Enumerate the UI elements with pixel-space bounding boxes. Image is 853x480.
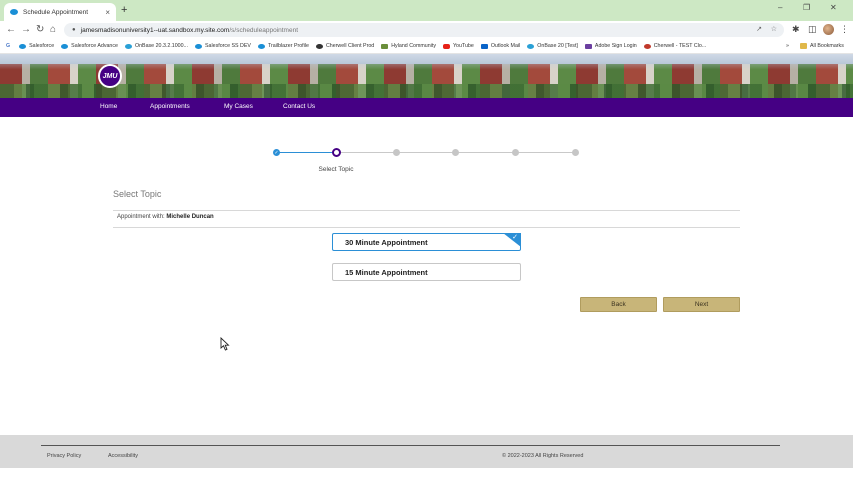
- site-nav: Home Appointments My Cases Contact Us: [0, 98, 853, 117]
- bookmark-item[interactable]: Cherwell Client Prod: [315, 43, 374, 49]
- bookmark-icon: [257, 43, 265, 49]
- folder-icon: [800, 43, 807, 49]
- extensions-icon[interactable]: ✱: [792, 24, 800, 35]
- salesforce-cloud-icon: [10, 9, 18, 15]
- nav-my-cases[interactable]: My Cases: [224, 103, 253, 110]
- step-current: [332, 148, 341, 157]
- bookmark-item[interactable]: Hyland Community: [381, 43, 436, 49]
- close-window-icon[interactable]: ✕: [830, 3, 837, 12]
- progress-track-complete: [277, 152, 334, 153]
- back-arrow-icon[interactable]: ←: [6, 24, 16, 35]
- current-step-label: Select Topic: [318, 166, 354, 173]
- home-icon[interactable]: ⌂: [50, 24, 56, 35]
- nav-home[interactable]: Home: [100, 103, 117, 110]
- browser-menu-icon[interactable]: ⋮: [840, 24, 849, 35]
- bookmark-icon: [195, 43, 202, 49]
- bookmark-item[interactable]: Salesforce SS DEV: [195, 43, 251, 49]
- option-30-minute-appointment[interactable]: 30 Minute Appointment ✓: [332, 233, 521, 251]
- mouse-cursor-icon: [220, 336, 230, 351]
- nav-contact-us[interactable]: Contact Us: [283, 103, 315, 110]
- bookmark-item[interactable]: Cherwell - TEST Clo...: [643, 43, 706, 49]
- bookmark-item[interactable]: OnBase 20 [Test]: [527, 43, 578, 49]
- checkmark-icon: ✓: [512, 234, 518, 241]
- bookmarks-overflow-icon[interactable]: »: [786, 43, 789, 49]
- banner-trees: [0, 84, 853, 98]
- address-toolbar: ← → ↻ ⌂ ● jamesmadisonuniversity1--uat.s…: [0, 21, 853, 39]
- minimize-window-icon[interactable]: –: [778, 3, 782, 12]
- appointment-with: Appointment with: Michelle Duncan: [117, 214, 214, 220]
- bookmark-item[interactable]: OnBase 20.3.2.1000...: [124, 43, 188, 49]
- divider: [113, 227, 740, 228]
- profile-avatar[interactable]: [823, 24, 834, 35]
- browser-tab[interactable]: Schedule Appointment ×: [4, 3, 116, 21]
- url-host: jamesmadisonuniversity1--uat.sandbox.my.…: [80, 26, 230, 34]
- advisor-name: Michelle Duncan: [166, 214, 214, 220]
- google-apps-icon[interactable]: G: [6, 43, 10, 49]
- step-complete-check-icon: ✓: [273, 149, 280, 156]
- jmu-logo[interactable]: JMU: [98, 64, 122, 88]
- url-path: /s/scheduleappointment: [229, 26, 298, 34]
- banner-sky: [0, 54, 853, 64]
- new-tab-button[interactable]: +: [121, 4, 127, 16]
- footer-divider: [41, 445, 780, 446]
- bookmark-icon: [643, 43, 651, 49]
- bookmark-item[interactable]: YouTube: [442, 43, 474, 49]
- option-15-minute-appointment[interactable]: 15 Minute Appointment: [332, 263, 521, 281]
- bookmark-item[interactable]: Salesforce Advance: [61, 43, 118, 49]
- adobe-sign-icon: [584, 43, 592, 49]
- bookmark-item[interactable]: Salesforce: [19, 43, 54, 49]
- bookmark-item[interactable]: Outlook Mail: [480, 43, 520, 49]
- campus-banner-image: [0, 54, 853, 98]
- step-upcoming: [393, 149, 400, 156]
- nav-appointments[interactable]: Appointments: [150, 103, 190, 110]
- bookmark-icon: [381, 43, 389, 49]
- bookmark-star-icon[interactable]: ☆: [771, 25, 777, 33]
- reload-icon[interactable]: ↻: [36, 24, 44, 35]
- bookmark-icon: [315, 43, 323, 49]
- browser-tab-bar: Schedule Appointment × + – ❐ ✕: [0, 0, 853, 21]
- accessibility-link[interactable]: Accessibility: [108, 453, 138, 459]
- outlook-icon: [480, 43, 488, 49]
- step-upcoming: [512, 149, 519, 156]
- site-footer: Privacy Policy Accessibility © 2022-2023…: [0, 435, 853, 468]
- bookmark-item[interactable]: Trailblazer Profile: [257, 43, 309, 49]
- step-upcoming: [452, 149, 459, 156]
- forward-arrow-icon[interactable]: →: [21, 24, 31, 35]
- url-bar[interactable]: ● jamesmadisonuniversity1--uat.sandbox.m…: [64, 23, 784, 37]
- bookmark-item[interactable]: Adobe Sign Login: [584, 43, 637, 49]
- youtube-icon: [442, 43, 450, 49]
- divider: [113, 210, 740, 211]
- bookmark-icon: [19, 43, 27, 49]
- tab-title: Schedule Appointment: [23, 8, 89, 16]
- next-button[interactable]: Next: [663, 297, 740, 312]
- all-bookmarks[interactable]: All Bookmarks: [800, 43, 844, 49]
- restore-window-icon[interactable]: ❐: [803, 3, 810, 12]
- bookmark-icon: [527, 43, 535, 49]
- bookmarks-bar: G Salesforce Salesforce Advance OnBase 2…: [0, 39, 853, 54]
- section-title: Select Topic: [113, 189, 162, 199]
- tab-close-icon[interactable]: ×: [105, 8, 110, 17]
- back-button[interactable]: Back: [580, 297, 657, 312]
- copyright-text: © 2022-2023 All Rights Reserved: [502, 453, 584, 459]
- bookmark-icon: [124, 43, 132, 49]
- step-upcoming: [572, 149, 579, 156]
- privacy-policy-link[interactable]: Privacy Policy: [47, 453, 81, 459]
- share-icon[interactable]: ↗: [756, 25, 762, 33]
- bookmark-icon: [61, 43, 69, 49]
- site-info-icon[interactable]: ●: [72, 27, 76, 33]
- side-panel-icon[interactable]: ◫: [808, 24, 817, 35]
